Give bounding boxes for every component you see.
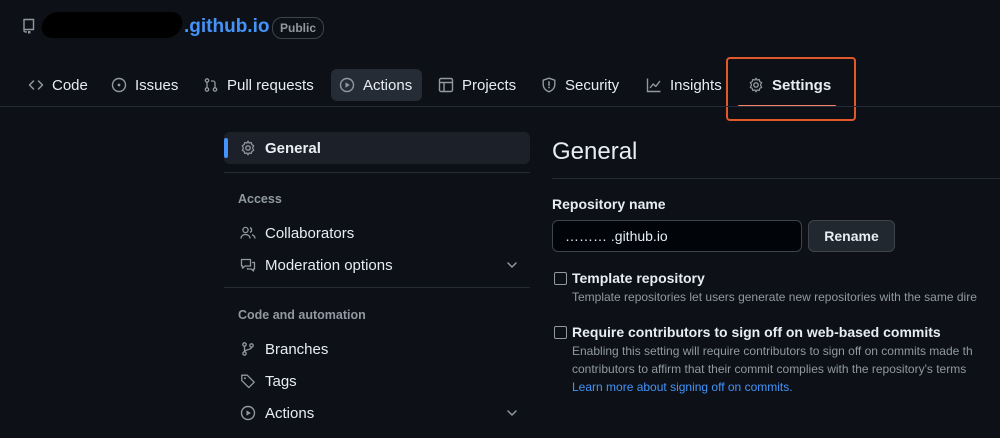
issue-icon (111, 77, 127, 93)
sidebar-item-label: Actions (265, 404, 315, 422)
selected-indicator (224, 138, 228, 158)
sidebar-item-tags[interactable]: Tags (224, 365, 530, 397)
template-repository-description: Template repositories let users generate… (572, 290, 977, 304)
tab-label: Pull requests (227, 76, 314, 94)
tab-label: Projects (462, 76, 517, 94)
signoff-learn-more-link[interactable]: Learn more about signing off on commits. (572, 378, 793, 396)
repo-header: .github.io Public (0, 0, 1000, 56)
play-icon (339, 77, 355, 93)
play-icon (240, 405, 256, 421)
sidebar-item-label: Collaborators (265, 224, 355, 242)
sidebar-item-label: Tags (265, 372, 297, 390)
sidebar-item-collaborators[interactable]: Collaborators (224, 217, 530, 249)
shield-icon (542, 77, 556, 93)
page-title: General (552, 138, 638, 165)
sidebar-item-general[interactable]: General (224, 132, 530, 164)
redacted-owner (39, 12, 185, 38)
settings-highlight-box (726, 57, 856, 121)
template-repository-checkbox[interactable] (554, 272, 567, 285)
title-divider (552, 178, 1000, 179)
sidebar-heading-access: Access (238, 192, 282, 206)
tab-label: Security (565, 76, 620, 94)
sidebar-item-moderation-options[interactable]: Moderation options (224, 249, 530, 281)
table-icon (438, 77, 454, 93)
repository-name-label: Repository name (552, 196, 666, 212)
tab-issues[interactable]: Issues (103, 69, 186, 101)
tab-insights[interactable]: Insights (638, 69, 730, 101)
tag-icon (241, 374, 255, 389)
signoff-description-line-2: contributors to affirm that their commit… (572, 362, 967, 376)
signoff-label: Require contributors to sign off on web-… (572, 324, 941, 340)
gear-icon (241, 140, 255, 156)
sidebar-item-label: General (265, 139, 321, 157)
rename-button[interactable]: Rename (808, 220, 895, 252)
tab-label: Insights (670, 76, 722, 94)
tab-security[interactable]: Security (533, 69, 627, 101)
chevron-down-icon (507, 262, 517, 268)
visibility-badge: Public (272, 17, 325, 39)
repo-name-link[interactable]: .github.io (184, 16, 269, 38)
tab-code[interactable]: Code (20, 69, 96, 101)
signoff-description-line-1: Enabling this setting will require contr… (572, 344, 973, 358)
signoff-checkbox[interactable] (554, 326, 567, 339)
sidebar-item-branches[interactable]: Branches (224, 333, 530, 365)
people-icon (240, 226, 256, 239)
chevron-down-icon (507, 410, 517, 416)
graph-icon (646, 78, 661, 93)
sidebar-item-label: Moderation options (265, 256, 393, 274)
tab-projects[interactable]: Projects (430, 69, 524, 101)
tab-label: Issues (135, 76, 179, 94)
sidebar-item-label: Branches (265, 340, 329, 358)
tab-pull-requests[interactable]: Pull requests (195, 69, 322, 101)
branch-icon (242, 342, 254, 356)
sidebar-item-actions[interactable]: Actions (224, 397, 530, 429)
code-icon (28, 80, 44, 90)
tab-label: Code (52, 76, 88, 94)
comment-discussion-icon (240, 258, 256, 272)
repository-name-input[interactable] (552, 220, 802, 252)
sidebar-divider (224, 287, 530, 288)
template-repository-label: Template repository (572, 270, 705, 286)
pull-request-icon (204, 78, 218, 92)
tabs-divider (0, 106, 1000, 107)
tab-label: Actions (363, 76, 413, 94)
repo-icon (23, 18, 35, 34)
tab-actions[interactable]: Actions (331, 69, 422, 101)
sidebar-heading-code-automation: Code and automation (238, 308, 366, 322)
sidebar-divider (224, 172, 530, 173)
